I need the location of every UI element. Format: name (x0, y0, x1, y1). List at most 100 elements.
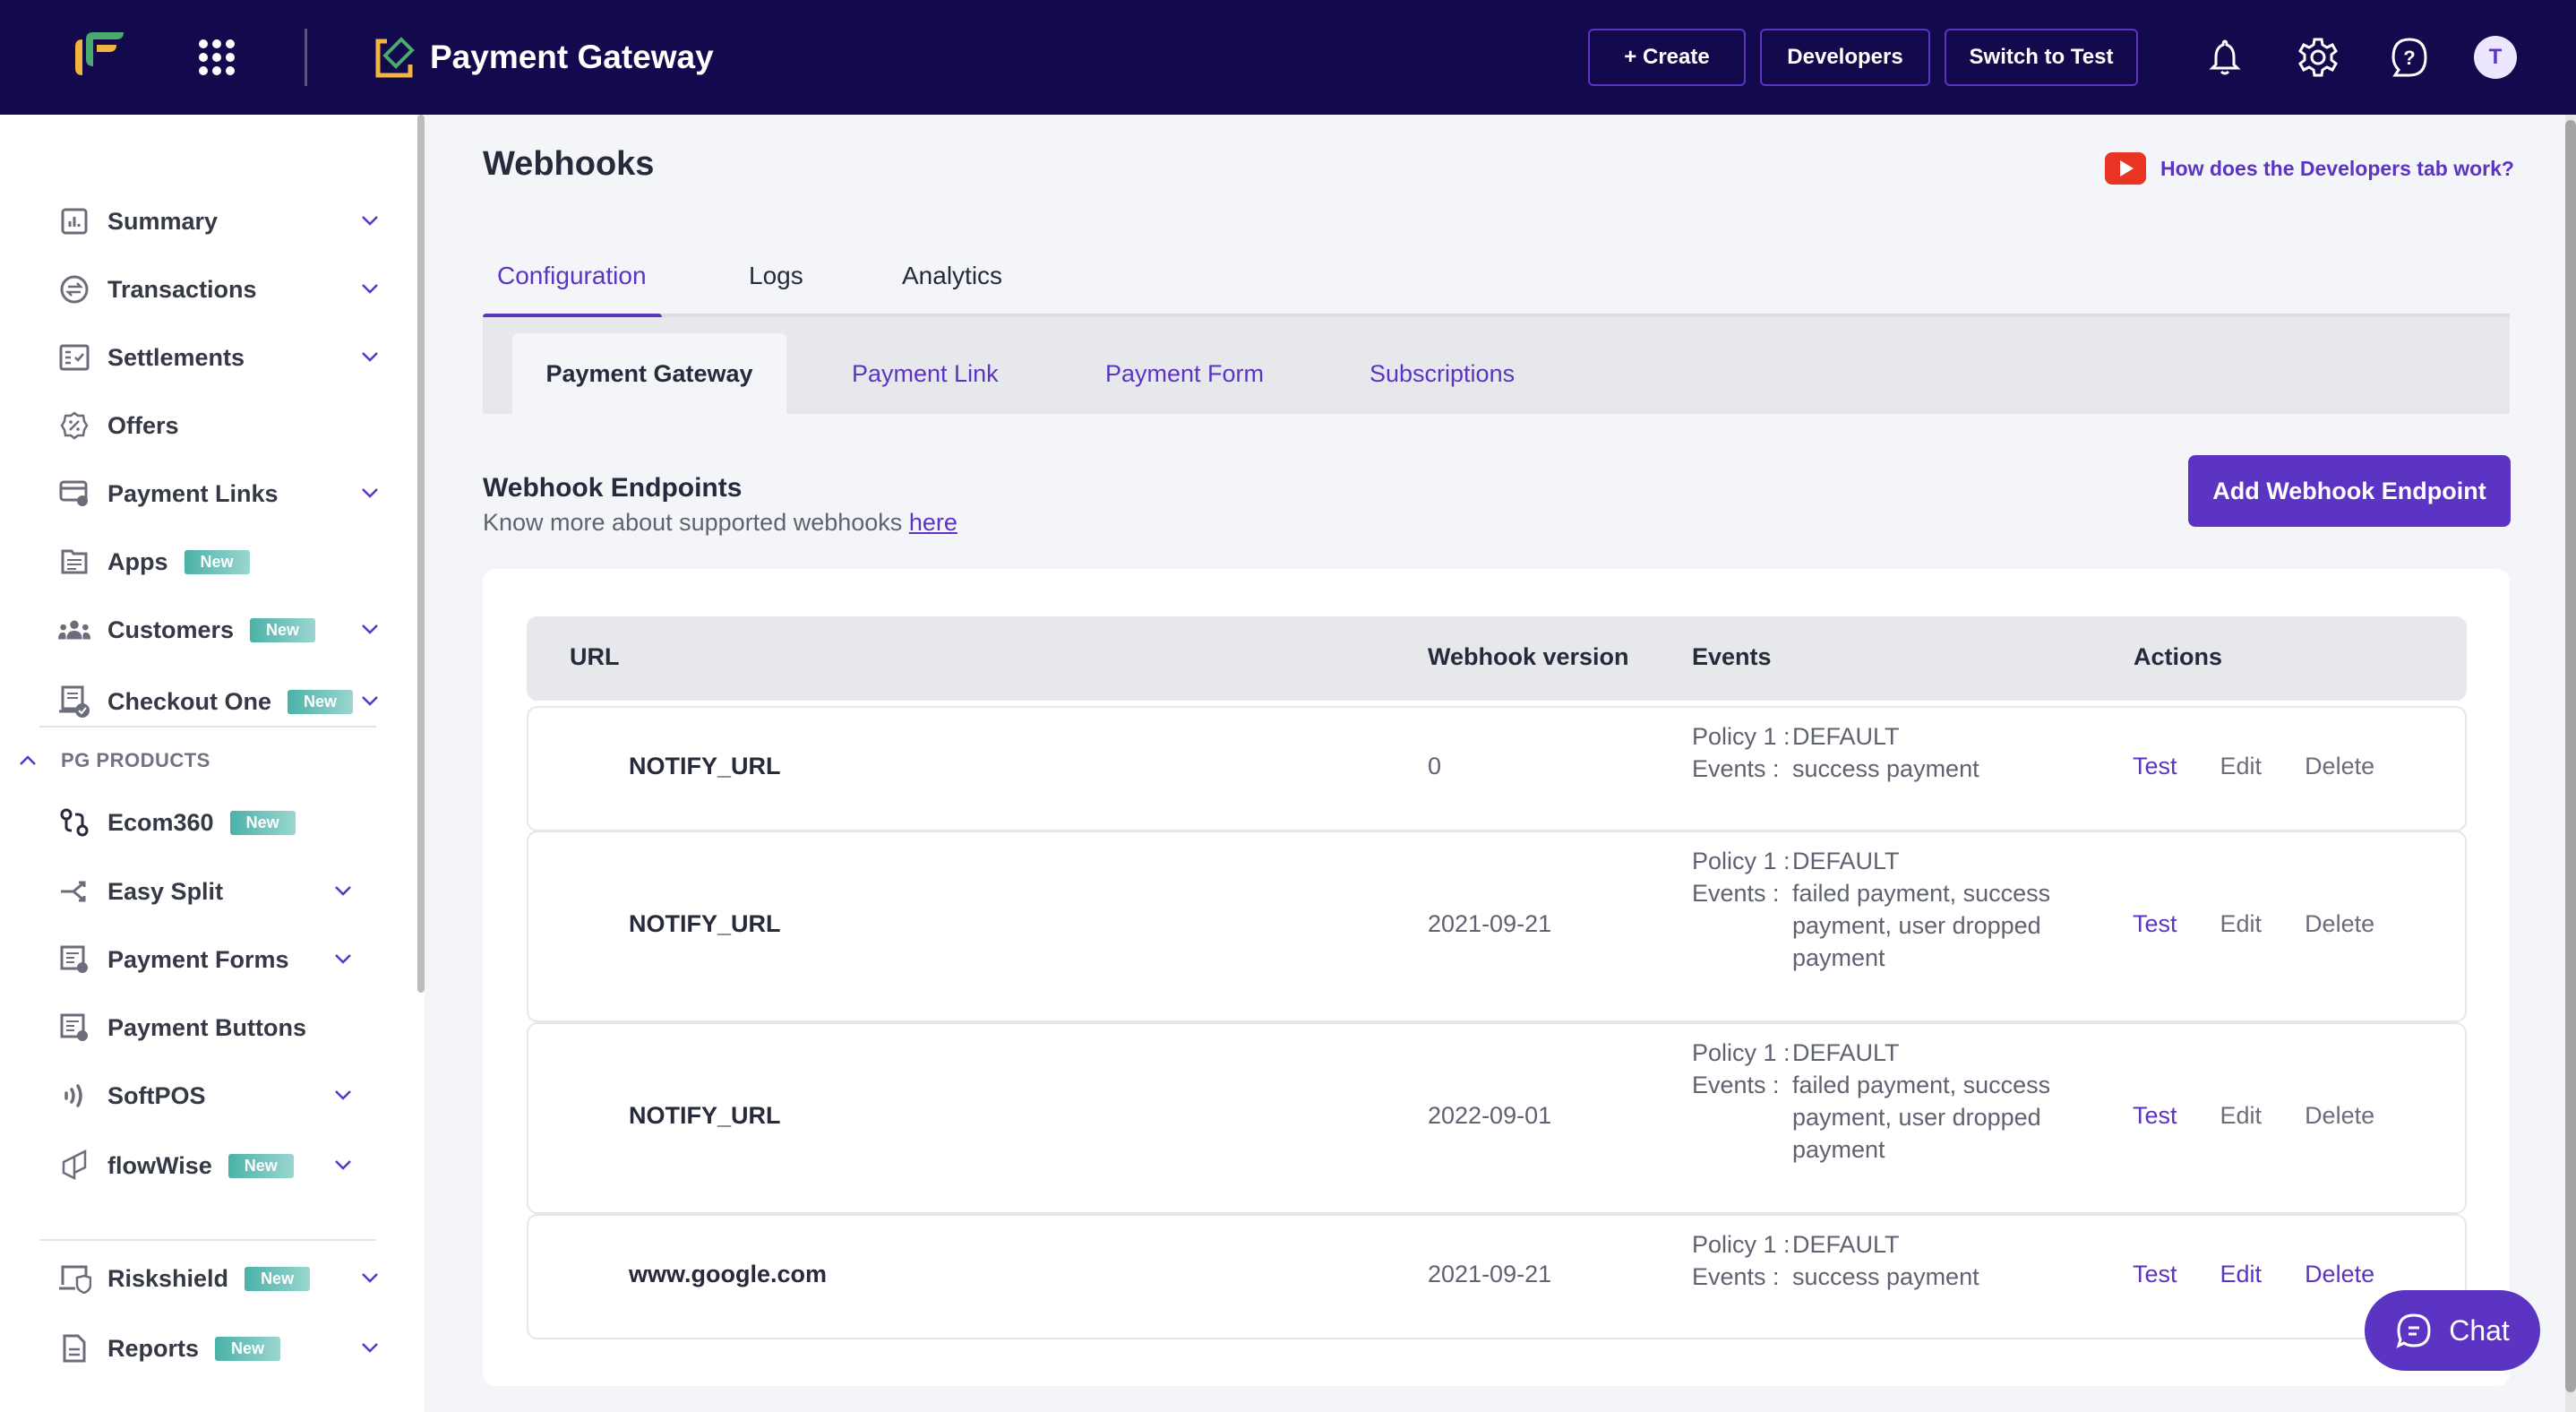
contactless-icon (57, 1079, 91, 1113)
policy-label: Policy 1 : (1692, 723, 1790, 750)
edit-button[interactable]: Edit (2220, 1261, 2263, 1288)
edit-button[interactable]: Edit (2220, 1102, 2263, 1130)
apps-grid-icon[interactable] (199, 39, 235, 75)
developers-tab-help-link[interactable]: How does the Developers tab work? (2105, 152, 2514, 185)
test-button[interactable]: Test (2133, 1261, 2177, 1288)
actions-cell: Test Edit Delete (2133, 1102, 2417, 1130)
sidebar-item-reports[interactable]: Reports New (57, 1322, 380, 1375)
url-cell: NOTIFY_URL (629, 910, 781, 937)
edit-button[interactable]: Edit (2220, 910, 2263, 938)
sidebar-item-payment-buttons[interactable]: Payment Buttons (57, 1001, 380, 1055)
table-row: www.google.com 2021-09-21 Policy 1 : DEFA… (527, 1214, 2467, 1339)
form-icon (57, 943, 91, 977)
chevron-down-icon[interactable] (333, 1085, 353, 1105)
sidebar-item-checkout-one[interactable]: Checkout One New (57, 675, 380, 728)
sidebar-item-riskshield[interactable]: Riskshield New (57, 1252, 380, 1305)
events-cell: Policy 1 : DEFAULT Events : failed payment… (1692, 845, 2070, 974)
table-header: URL Webhook version Events Actions (527, 616, 2467, 701)
url-cell: www.google.com (629, 1261, 828, 1287)
chat-label: Chat (2449, 1313, 2510, 1347)
main-scrollbar[interactable] (2565, 120, 2576, 1392)
chevron-down-icon[interactable] (360, 691, 380, 710)
sidebar-item-transactions[interactable]: Transactions (57, 263, 380, 316)
chevron-down-icon[interactable] (360, 279, 380, 298)
sidebar-item-label: Riskshield (107, 1264, 229, 1292)
chevron-down-icon[interactable] (360, 1338, 380, 1357)
table-row: NOTIFY_URL 2021-09-21 Policy 1 : DEFAULT … (527, 831, 2467, 1022)
fintech-logo-icon[interactable] (72, 27, 125, 77)
chevron-down-icon[interactable] (360, 347, 380, 366)
test-button[interactable]: Test (2133, 1102, 2177, 1130)
sidebar-item-ecom360[interactable]: Ecom360 New (57, 796, 380, 849)
chevron-down-icon[interactable] (333, 1155, 353, 1175)
avatar[interactable]: T (2474, 36, 2517, 79)
switch-to-test-button[interactable]: Switch to Test (1945, 29, 2138, 86)
sidebar: Summary Transactions Settlements Offers … (0, 115, 425, 1412)
sidebar-item-summary[interactable]: Summary (57, 194, 380, 248)
sidebar-item-flowwise[interactable]: flowWise New (57, 1139, 353, 1192)
shield-laptop-icon (57, 1261, 91, 1296)
help-link-text[interactable]: How does the Developers tab work? (2160, 157, 2514, 181)
events-cell: Policy 1 : DEFAULT Events : success paymen… (1692, 1228, 2070, 1293)
chevron-up-icon[interactable] (18, 751, 38, 771)
tab-configuration[interactable]: Configuration (497, 262, 647, 290)
policy-label: Policy 1 : (1692, 1039, 1790, 1066)
sidebar-item-payment-links[interactable]: Payment Links (57, 467, 380, 521)
subtab-payment-form[interactable]: Payment Form (1105, 333, 1264, 414)
policy-label: Policy 1 : (1692, 1231, 1790, 1258)
subtabs: Payment Gateway Payment Link Payment For… (483, 317, 2510, 414)
sidebar-scrollbar[interactable] (417, 115, 425, 993)
delete-button[interactable]: Delete (2305, 1102, 2374, 1130)
exchange-icon (57, 272, 91, 306)
subtab-subscriptions[interactable]: Subscriptions (1370, 333, 1515, 414)
chevron-down-icon[interactable] (333, 949, 353, 969)
chevron-down-icon[interactable] (360, 483, 380, 503)
url-cell: NOTIFY_URL (629, 1102, 781, 1129)
chevron-down-icon[interactable] (333, 881, 353, 900)
developers-button[interactable]: Developers (1760, 29, 1930, 86)
subtab-payment-gateway[interactable]: Payment Gateway (512, 333, 786, 414)
sidebar-item-easy-split[interactable]: Easy Split (57, 865, 353, 918)
gear-icon[interactable] (2297, 36, 2340, 79)
chevron-down-icon[interactable] (360, 619, 380, 639)
card-link-icon (57, 477, 91, 511)
delete-button[interactable]: Delete (2305, 753, 2374, 780)
test-button[interactable]: Test (2133, 910, 2177, 938)
sidebar-item-label: Payment Links (107, 479, 279, 507)
edit-button[interactable]: Edit (2220, 753, 2263, 780)
add-webhook-endpoint-button[interactable]: Add Webhook Endpoint (2188, 455, 2511, 527)
pg-products-section-toggle[interactable]: PG PRODUCTS (18, 749, 210, 772)
chevron-down-icon[interactable] (360, 1268, 380, 1287)
sidebar-item-label: Payment Buttons (107, 1013, 307, 1041)
test-button[interactable]: Test (2133, 753, 2177, 780)
sidebar-item-label: Transactions (107, 275, 257, 303)
divider (39, 726, 376, 728)
help-icon[interactable]: ? (2388, 36, 2431, 79)
section-subtitle: Know more about supported webhooks here (483, 509, 957, 537)
sidebar-item-label: Checkout One (107, 687, 272, 715)
sidebar-item-offers[interactable]: Offers (57, 399, 380, 452)
sidebar-item-softpos[interactable]: SoftPOS (57, 1069, 353, 1123)
sidebar-item-payment-forms[interactable]: Payment Forms (57, 933, 353, 986)
sidebar-item-apps[interactable]: Apps New (57, 535, 380, 589)
tab-analytics[interactable]: Analytics (902, 262, 1002, 290)
chevron-down-icon[interactable] (360, 211, 380, 230)
subtab-payment-link[interactable]: Payment Link (852, 333, 999, 414)
sidebar-item-settlements[interactable]: Settlements (57, 331, 380, 384)
version-cell: 2021-09-21 (1428, 1261, 1552, 1287)
tab-logs[interactable]: Logs (749, 262, 803, 290)
new-badge: New (215, 1336, 281, 1361)
sidebar-item-label: flowWise (107, 1151, 212, 1179)
delete-button[interactable]: Delete (2305, 1261, 2374, 1288)
bell-icon[interactable] (2203, 36, 2246, 79)
sidebar-item-customers[interactable]: Customers New (57, 603, 380, 657)
create-button[interactable]: + Create (1588, 29, 1746, 86)
events-label: Events : (1692, 1263, 1780, 1290)
product-title: Payment Gateway (430, 39, 714, 75)
top-bar: Payment Gateway + Create Developers Swit… (0, 0, 2576, 115)
webhooks-docs-link[interactable]: here (909, 509, 957, 536)
delete-button[interactable]: Delete (2305, 910, 2374, 938)
new-badge: New (288, 689, 354, 714)
payment-gateway-icon (375, 37, 415, 78)
chat-button[interactable]: Chat (2365, 1290, 2540, 1371)
